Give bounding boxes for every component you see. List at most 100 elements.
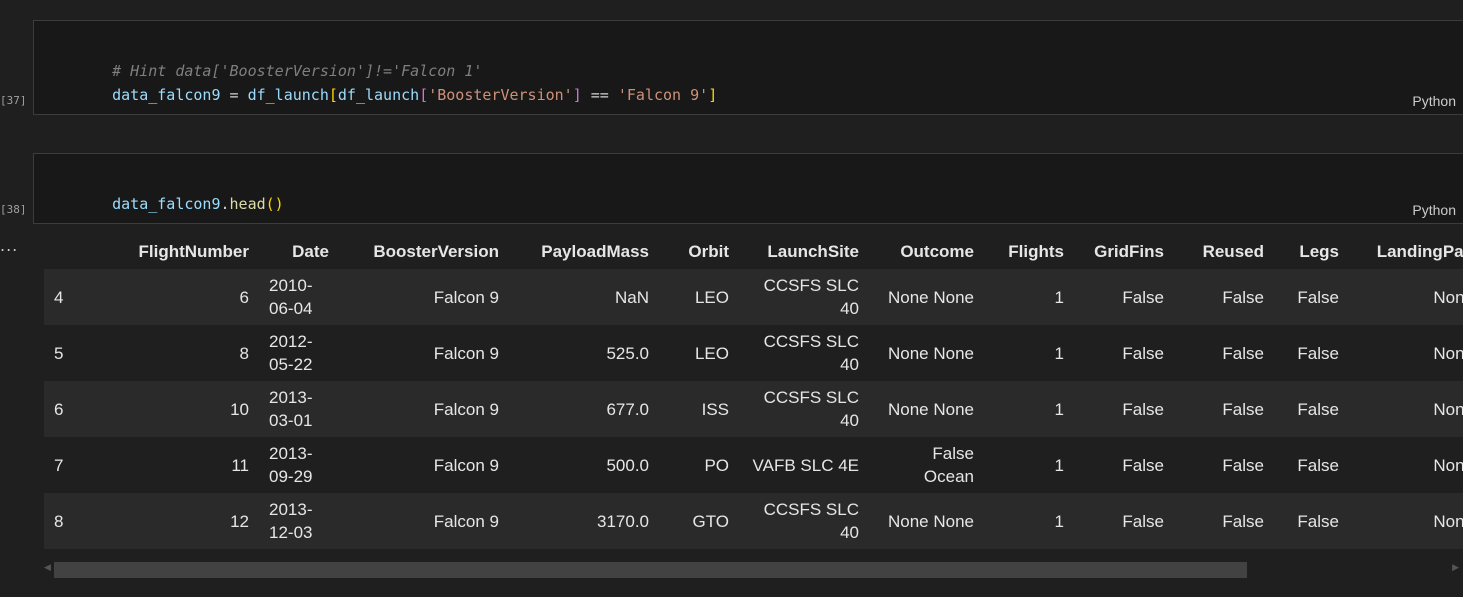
table-cell: 677.0	[606, 399, 649, 419]
table-cell: 11	[231, 455, 249, 475]
table-cell: None None	[887, 343, 974, 363]
column-header: Orbit	[659, 235, 739, 269]
code-bracket: ()	[265, 195, 284, 213]
code-string: 'Falcon 9'	[617, 86, 709, 104]
scrollbar-thumb[interactable]	[54, 562, 1247, 578]
table-cell: False	[1222, 343, 1264, 363]
table-cell: False	[1297, 455, 1339, 475]
output-menu-icon[interactable]: ...	[0, 236, 18, 255]
table-cell: False Ocean	[923, 444, 974, 486]
table-cell: False	[1122, 511, 1164, 531]
table-cell: False	[1297, 399, 1339, 419]
table-cell: False	[1122, 399, 1164, 419]
table-cell: False	[1297, 511, 1339, 531]
table-cell: None None	[887, 287, 974, 307]
execution-count: [38]	[0, 203, 27, 216]
code-bracket: ]	[572, 86, 582, 104]
table-row: 8 12 2013-12-03 Falcon 9 3170.0 GTO CCSFS SLC …	[44, 493, 1463, 549]
table-row: 4 6 2010-06-04 Falcon 9 NaN LEO CCSFS SLC 40 No…	[44, 269, 1463, 325]
table-cell: 1	[1054, 511, 1064, 531]
column-header: Outcome	[869, 235, 984, 269]
table-cell: 12	[230, 511, 249, 531]
table-cell: False	[1122, 287, 1164, 307]
code-object: df_launch	[247, 86, 329, 104]
table-cell: 1	[1054, 343, 1064, 363]
code-bracket: [	[328, 86, 338, 104]
column-header: Reused	[1174, 235, 1274, 269]
table-cell: GTO	[692, 511, 729, 531]
table-cell: Falcon 9	[433, 287, 499, 307]
table-cell: None	[1433, 455, 1463, 475]
table-cell: 6	[239, 287, 249, 307]
table-cell: LEO	[694, 343, 729, 363]
table-cell: LEO	[694, 287, 729, 307]
column-header: Flights	[984, 235, 1074, 269]
table-cell: 8	[239, 343, 249, 363]
table-cell: False	[1122, 343, 1164, 363]
table-cell: 1	[1054, 399, 1064, 419]
table-cell: Falcon 9	[433, 343, 499, 363]
code-operator: =	[220, 86, 248, 104]
scroll-right-icon[interactable]: ▶	[1452, 563, 1459, 573]
code-bracket: ]	[708, 86, 718, 104]
dataframe-output: FlightNumber Date BoosterVersion PayloadMas…	[44, 235, 1463, 550]
column-header: PayloadMass	[509, 235, 659, 269]
table-cell: 1	[1054, 455, 1064, 475]
code-operator: ==	[581, 86, 618, 104]
language-label[interactable]: Python	[1412, 93, 1456, 109]
column-header: GridFins	[1074, 235, 1174, 269]
table-cell: False	[1222, 287, 1264, 307]
code-head-line: data_falcon9.head()	[76, 168, 284, 240]
row-index: 4	[54, 287, 64, 307]
code-bracket: [	[419, 86, 429, 104]
row-index: 8	[54, 511, 64, 531]
table-cell: 3170.0	[597, 511, 649, 531]
table-cell: 2013-03-01	[269, 388, 313, 430]
table-cell: VAFB SLC 4E	[752, 455, 859, 475]
table-cell: None	[1433, 511, 1463, 531]
table-row: 7 11 2013-09-29 Falcon 9 500.0 PO VAFB SLC 4E F…	[44, 437, 1463, 493]
code-string: 'BoosterVersion'	[428, 86, 573, 104]
table-cell: Falcon 9	[433, 455, 499, 475]
table-cell: CCSFS SLC 40	[763, 276, 859, 318]
column-header: LaunchSite	[739, 235, 869, 269]
table-cell: None	[1433, 399, 1463, 419]
table-cell: False	[1222, 455, 1264, 475]
horizontal-scrollbar[interactable]: ◀ ▶	[44, 561, 1463, 579]
column-header: BoosterVersion	[339, 235, 509, 269]
table-cell: 500.0	[606, 455, 649, 475]
table-cell: None	[1433, 287, 1463, 307]
table-row: 5 8 2012-05-22 Falcon 9 525.0 LEO CCSFS SLC 40…	[44, 325, 1463, 381]
table-cell: 2013-09-29	[269, 444, 313, 486]
table-cell: CCSFS SLC 40	[763, 388, 859, 430]
row-index: 6	[54, 399, 64, 419]
code-operator: .	[220, 195, 230, 213]
table-cell: Falcon 9	[433, 511, 499, 531]
table-cell: 2012-05-22	[269, 332, 313, 374]
code-cell-37[interactable]: # Hint data['BoosterVersion']!='Falcon 1…	[33, 20, 1463, 115]
language-label[interactable]: Python	[1412, 202, 1456, 218]
table-cell: None None	[887, 511, 974, 531]
table-row: 6 10 2013-03-01 Falcon 9 677.0 ISS CCSFS SLC 4…	[44, 381, 1463, 437]
execution-count: [37]	[0, 94, 27, 107]
table-cell: 1	[1054, 287, 1064, 307]
table-cell: None	[1433, 343, 1463, 363]
table-header-row: FlightNumber Date BoosterVersion PayloadMas…	[44, 235, 1463, 269]
table-cell: Falcon 9	[433, 399, 499, 419]
table-cell: False	[1297, 343, 1339, 363]
table-cell: 2010-06-04	[269, 276, 313, 318]
column-header: Legs	[1274, 235, 1349, 269]
table-cell: False	[1297, 287, 1339, 307]
code-cell-38[interactable]: data_falcon9.head() Python	[33, 153, 1463, 224]
table-cell: CCSFS SLC 40	[763, 500, 859, 542]
table-cell: NaN	[614, 287, 649, 307]
code-variable: data_falcon9	[112, 86, 221, 104]
column-header: FlightNumber	[94, 235, 259, 269]
table-cell: 10	[230, 399, 249, 419]
table-cell: CCSFS SLC 40	[763, 332, 859, 374]
table-cell: False	[1222, 399, 1264, 419]
scroll-left-icon[interactable]: ◀	[44, 563, 51, 573]
code-assign-line: data_falcon9 = df_launch[df_launch['Boos…	[76, 59, 717, 131]
dataframe-table: FlightNumber Date BoosterVersion PayloadMas…	[44, 235, 1463, 549]
table-body: 4 6 2010-06-04 Falcon 9 NaN LEO CCSFS SLC 40 No…	[44, 269, 1463, 549]
